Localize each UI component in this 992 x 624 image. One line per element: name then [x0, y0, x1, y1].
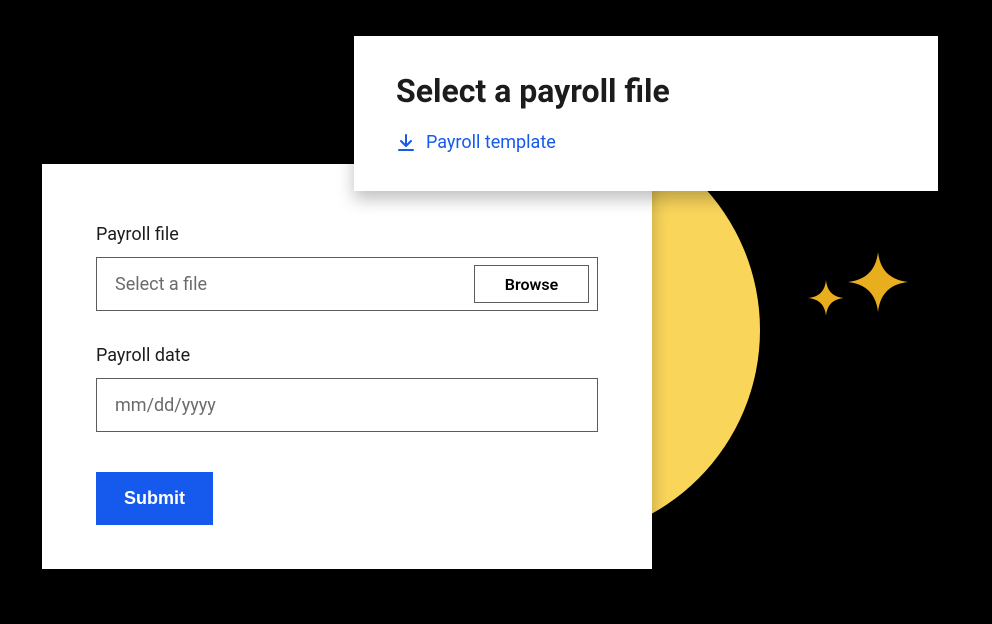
select-payroll-card: Select a payroll file Payroll template: [354, 36, 938, 191]
sparkle-icon: [808, 280, 844, 316]
payroll-form-card: Payroll file Select a file Browse Payrol…: [42, 164, 652, 569]
file-input-placeholder: Select a file: [97, 258, 474, 310]
payroll-date-input[interactable]: mm/dd/yyyy: [96, 378, 598, 432]
card-title: Select a payroll file: [396, 72, 896, 110]
browse-button[interactable]: Browse: [474, 265, 589, 303]
payroll-file-label: Payroll file: [96, 224, 598, 245]
payroll-template-link[interactable]: Payroll template: [396, 132, 556, 153]
submit-button[interactable]: Submit: [96, 472, 213, 525]
payroll-file-input[interactable]: Select a file Browse: [96, 257, 598, 311]
download-link-label: Payroll template: [426, 132, 556, 153]
sparkle-icon: [848, 252, 908, 312]
download-icon: [396, 133, 416, 153]
payroll-date-label: Payroll date: [96, 345, 598, 366]
